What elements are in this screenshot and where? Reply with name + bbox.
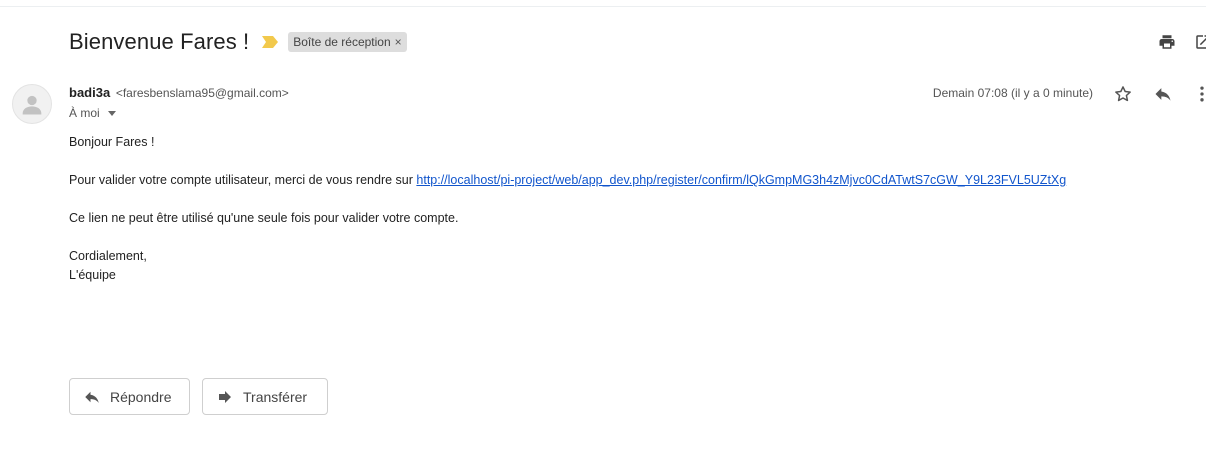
default-avatar-icon	[12, 84, 52, 124]
reply-button[interactable]: Répondre	[69, 378, 190, 415]
more-vert-icon[interactable]	[1192, 84, 1206, 104]
importance-marker-icon[interactable]	[261, 35, 279, 49]
reply-button-label: Répondre	[110, 388, 172, 405]
sender-name[interactable]: badi3a	[69, 85, 110, 100]
confirmation-link[interactable]: http://localhost/pi-project/web/app_dev.…	[416, 173, 1066, 187]
sender-line: badi3a <faresbenslama95@gmail.com>	[69, 85, 289, 100]
message-body: Bonjour Fares ! Pour valider votre compt…	[69, 133, 1169, 285]
recipient-label: À moi	[69, 106, 100, 120]
remove-label-icon[interactable]: ×	[395, 35, 402, 49]
message-date: Demain 07:08 (il y a 0 minute)	[932, 86, 1093, 100]
reply-icon	[82, 387, 102, 407]
forward-button-label: Transférer	[243, 388, 308, 405]
single-use-notice: Ce lien ne peut être utilisé qu'une seul…	[69, 211, 459, 225]
subject-row: Bienvenue Fares ! Boîte de réception ×	[69, 28, 407, 56]
star-icon[interactable]	[1113, 84, 1133, 104]
sender-email: <faresbenslama95@gmail.com>	[115, 86, 289, 100]
forward-icon	[215, 387, 235, 407]
greeting-text: Bonjour Fares !	[69, 135, 155, 149]
inbox-label-text: Boîte de réception	[293, 35, 391, 49]
reply-icon[interactable]	[1153, 84, 1173, 104]
recipient-details-toggle[interactable]: À moi	[69, 106, 116, 120]
signature-text: L'équipe	[69, 268, 116, 282]
open-in-new-window-icon[interactable]	[1193, 32, 1206, 52]
email-subject: Bienvenue Fares !	[69, 29, 250, 54]
validation-text: Pour valider votre compte utilisateur, m…	[69, 173, 417, 187]
top-divider	[0, 6, 1206, 7]
validation-paragraph: Pour valider votre compte utilisateur, m…	[69, 171, 1169, 190]
inbox-label-chip[interactable]: Boîte de réception ×	[288, 32, 407, 52]
print-icon[interactable]	[1157, 32, 1177, 52]
forward-button[interactable]: Transférer	[202, 378, 328, 415]
closing-text: Cordialement,	[69, 249, 147, 263]
chevron-down-icon[interactable]	[107, 110, 116, 116]
